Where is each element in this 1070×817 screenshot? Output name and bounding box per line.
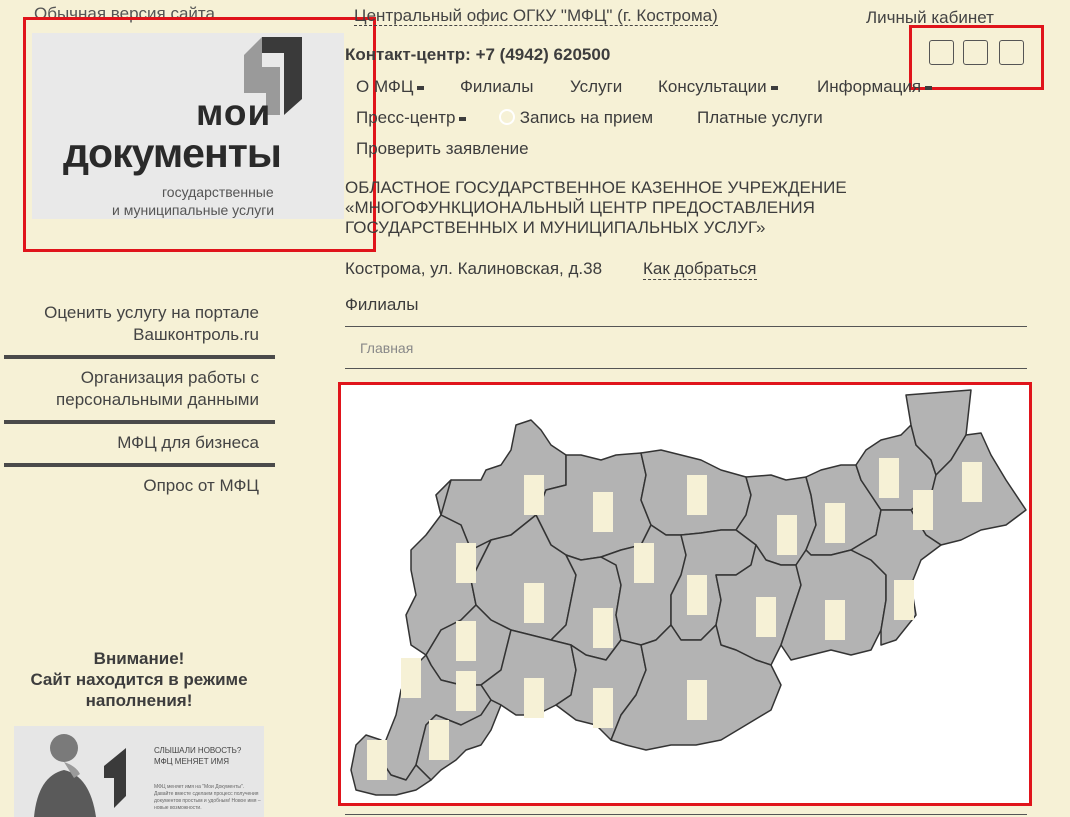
dropdown-dash-icon — [417, 85, 425, 90]
route-link[interactable]: Как добраться — [643, 259, 757, 280]
logo-highlight-frame — [23, 17, 376, 252]
central-office-link[interactable]: Центральный офис ОГКУ "МФЦ" (г. Кострома… — [354, 6, 718, 26]
site-warning: Внимание! Сайт находится в режиме наполн… — [14, 648, 264, 711]
map-marker[interactable] — [894, 580, 914, 620]
woman-photo-icon — [34, 734, 126, 817]
nav-item-consultations[interactable]: Консультации — [658, 77, 778, 97]
nav-item-label: О МФЦ — [356, 77, 414, 96]
sidebar-links: Оценить услугу на портале Вашконтроль.ru… — [4, 302, 275, 497]
divider — [345, 814, 1027, 815]
nav-item-services[interactable]: Услуги — [570, 77, 622, 97]
map-marker[interactable] — [367, 740, 387, 780]
sidebar-link-rate-service[interactable]: Оценить услугу на портале Вашконтроль.ru — [4, 302, 275, 346]
sidebar-link-business[interactable]: МФЦ для бизнеса — [4, 432, 275, 454]
organization-line: ОБЛАСТНОЕ ГОСУДАРСТВЕННОЕ КАЗЕННОЕ УЧРЕЖ… — [345, 178, 847, 197]
nav-item-check-application[interactable]: Проверить заявление — [356, 139, 529, 159]
banner-subtitle: МФЦ МЕНЯЕТ ИМЯ — [154, 757, 229, 766]
nav-item-label: Консультации — [658, 77, 767, 96]
nav-item-label: Проверить заявление — [356, 139, 529, 158]
map-marker[interactable] — [429, 720, 449, 760]
map-marker[interactable] — [456, 543, 476, 583]
sidebar-divider — [4, 463, 275, 467]
organization-line: «МНОГОФУНКЦИОНАЛЬНЫЙ ЦЕНТР ПРЕДОСТАВЛЕНИ… — [345, 198, 815, 217]
branches-heading: Филиалы — [345, 295, 419, 314]
address: Кострома, ул. Калиновская, д.38 — [345, 259, 603, 278]
nav-item-branches[interactable]: Филиалы — [460, 77, 533, 97]
sidebar-link-personal-data[interactable]: Организация работы с персональными данны… — [4, 367, 275, 411]
nav-item-label: Платные услуги — [697, 108, 823, 127]
divider — [345, 368, 1027, 369]
banner-text: МФЦ меняет имя на "Мои Документы". Давай… — [154, 784, 261, 811]
nav-item-about[interactable]: О МФЦ — [356, 77, 425, 97]
map-marker[interactable] — [593, 688, 613, 728]
banner-title: СЛЫШАЛИ НОВОСТЬ? — [154, 746, 242, 755]
map-marker[interactable] — [825, 600, 845, 640]
clock-icon — [499, 109, 515, 125]
warning-line: наполнения! — [85, 691, 193, 710]
organization-line: ГОСУДАРСТВЕННЫХ И МУНИЦИПАЛЬНЫХ УСЛУГ» — [345, 218, 766, 237]
map-marker[interactable] — [962, 462, 982, 502]
sidebar-link-line: МФЦ для бизнеса — [117, 433, 259, 452]
sidebar-link-line: Вашконтроль.ru — [133, 325, 259, 344]
sidebar-link-survey[interactable]: Опрос от МФЦ — [4, 475, 275, 497]
map-marker[interactable] — [879, 458, 899, 498]
map-marker[interactable] — [687, 475, 707, 515]
map-marker[interactable] — [756, 597, 776, 637]
map-marker[interactable] — [687, 575, 707, 615]
breadcrumb[interactable]: Главная — [360, 340, 413, 356]
central-office-text: Центральный офис ОГКУ "МФЦ" (г. Кострома… — [354, 6, 718, 26]
nav-item-label: Запись на прием — [519, 108, 654, 127]
map-marker[interactable] — [524, 583, 544, 623]
nav-item-appointment[interactable]: Запись на прием — [499, 108, 653, 128]
map-marker[interactable] — [401, 658, 421, 698]
nav-item-label: Пресс-центр — [356, 108, 456, 127]
sidebar-divider — [4, 355, 275, 359]
nav-item-label: Филиалы — [460, 77, 534, 96]
sidebar-link-line: Организация работы с — [80, 368, 259, 387]
map-marker[interactable] — [634, 543, 654, 583]
sidebar-link-line: Опрос от МФЦ — [143, 476, 259, 495]
dropdown-dash-icon — [925, 85, 933, 90]
map-marker[interactable] — [777, 515, 797, 555]
map-marker[interactable] — [456, 671, 476, 711]
dropdown-dash-icon — [770, 85, 778, 90]
warning-line: Сайт находится в режиме — [30, 670, 248, 689]
divider — [345, 326, 1027, 327]
map-marker[interactable] — [524, 475, 544, 515]
nav-item-label: Услуги — [570, 77, 623, 96]
news-banner[interactable]: СЛЫШАЛИ НОВОСТЬ? МФЦ МЕНЯЕТ ИМЯ МФЦ меня… — [14, 726, 264, 817]
region-map — [350, 389, 1027, 796]
warning-title: Внимание! — [93, 649, 185, 668]
map-marker[interactable] — [593, 608, 613, 648]
contact-center: Контакт-центр: +7 (4942) 620500 — [345, 45, 611, 64]
map-marker[interactable] — [524, 678, 544, 718]
sidebar-link-line: Оценить услугу на портале — [44, 303, 259, 322]
nav-item-press[interactable]: Пресс-центр — [356, 108, 467, 128]
map-marker[interactable] — [913, 490, 933, 530]
sidebar-divider — [4, 420, 275, 424]
map-marker[interactable] — [593, 492, 613, 532]
nav-item-information[interactable]: Информация — [817, 77, 933, 97]
nav-item-paid-services[interactable]: Платные услуги — [697, 108, 823, 128]
sidebar-link-line: персональными данными — [56, 390, 259, 409]
region-map-frame — [338, 382, 1032, 806]
dropdown-dash-icon — [459, 116, 467, 121]
nav-item-label: Информация — [817, 77, 922, 96]
map-marker[interactable] — [456, 621, 476, 661]
map-marker[interactable] — [687, 680, 707, 720]
map-marker[interactable] — [825, 503, 845, 543]
organization-name: ОБЛАСТНОЕ ГОСУДАРСТВЕННОЕ КАЗЕННОЕ УЧРЕЖ… — [345, 178, 945, 238]
